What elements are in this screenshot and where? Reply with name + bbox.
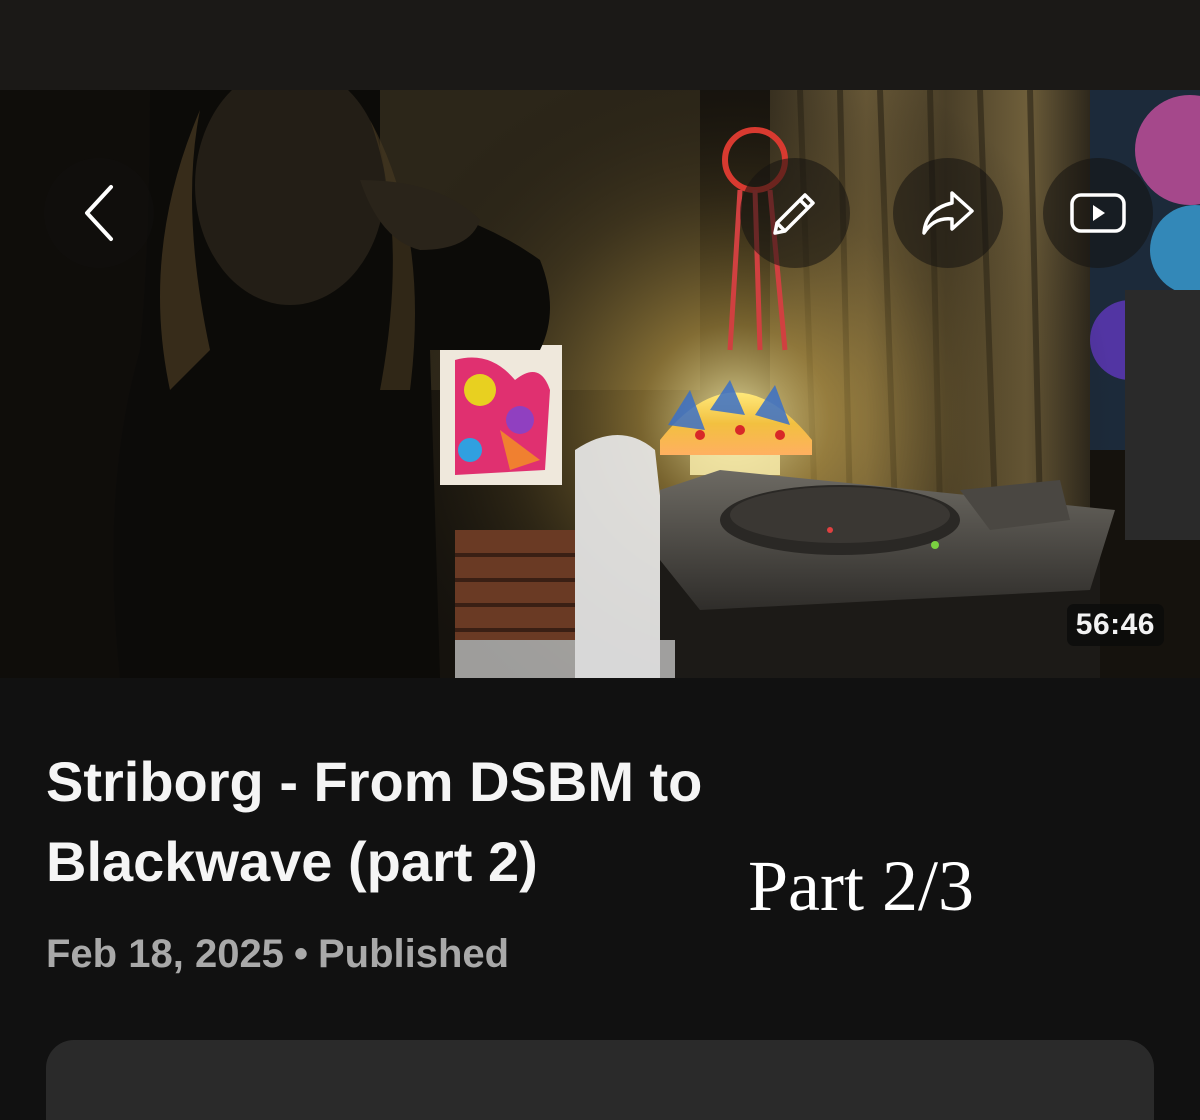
part-overlay-label: Part 2/3: [748, 846, 974, 926]
video-title: Striborg - From DSBM to Blackwave (part …: [46, 750, 703, 893]
status-label: Published: [317, 932, 510, 976]
description-card[interactable]: [46, 1040, 1154, 1120]
publish-date: Feb 18, 2025: [46, 932, 284, 976]
back-button[interactable]: [44, 158, 154, 268]
youtube-play-icon: [1070, 193, 1126, 233]
share-button[interactable]: [893, 158, 1003, 268]
top-status-bar: [0, 0, 1200, 90]
video-thumbnail[interactable]: 56:46: [0, 90, 1200, 678]
video-meta: Feb 18, 2025 • Published: [46, 932, 509, 977]
meta-separator: •: [293, 932, 308, 976]
edit-button[interactable]: [740, 158, 850, 268]
video-duration-badge: 56:46: [1066, 604, 1164, 646]
chevron-left-icon: [85, 185, 113, 241]
video-scene-image: [0, 90, 1200, 678]
youtube-button[interactable]: [1043, 158, 1153, 268]
share-arrow-icon: [922, 191, 974, 235]
pencil-icon: [773, 193, 815, 235]
